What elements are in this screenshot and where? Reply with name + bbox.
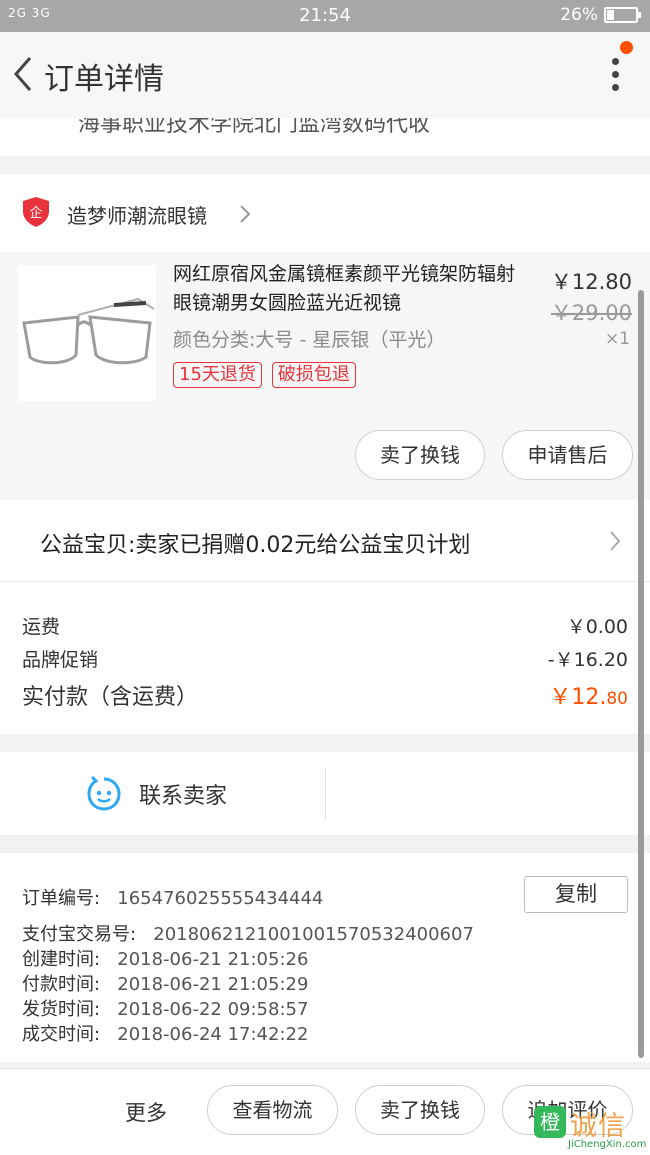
contact-seller-button[interactable]: 联系卖家: [139, 778, 227, 810]
status-right: 26%: [560, 5, 641, 25]
shipped-label: 发货时间:: [22, 999, 101, 1020]
view-logistics-button[interactable]: 查看物流: [207, 1085, 338, 1135]
total-value: ￥12.80: [549, 679, 628, 711]
closed-row: 成交时间: 2018-06-24 17:42:22: [22, 1020, 308, 1046]
paid-row: 付款时间: 2018-06-21 21:05:29: [22, 970, 308, 996]
service-tags: 15天退货 破损包退: [173, 362, 356, 388]
watermark-logo: 橙: [534, 1106, 566, 1138]
charity-text: 公益宝贝:卖家已捐赠0.02元给公益宝贝计划: [40, 533, 471, 558]
order-number-label: 订单编号:: [22, 888, 101, 909]
tag-damage-return: 破损包退: [271, 362, 356, 388]
fee-summary: 运费 ￥0.00 品牌促销 -￥16.20 实付款（含运费） ￥12.80: [0, 582, 650, 734]
chevron-right-icon: [240, 205, 251, 223]
shop-name[interactable]: 造梦师潮流眼镜: [67, 200, 207, 229]
battery-percent: 26%: [560, 5, 598, 25]
address-text: 海事职业技术学院北门监湾数码代收: [78, 118, 431, 137]
more-button[interactable]: 更多: [125, 1097, 167, 1127]
copy-button[interactable]: 复制: [524, 876, 628, 913]
total-row: 实付款（含运费） ￥12.80: [22, 679, 628, 711]
total-main: ￥12.: [549, 685, 607, 710]
item-quantity: ×1: [604, 329, 630, 349]
tag-return-15d: 15天退货: [173, 362, 262, 388]
clock: 21:54: [299, 5, 351, 26]
battery-fill: [607, 10, 615, 20]
item-original-price: ￥29.00: [550, 301, 632, 325]
after-sales-button[interactable]: 申请售后: [502, 430, 633, 480]
alipay-label: 支付宝交易号:: [22, 924, 137, 945]
divider: [325, 768, 326, 820]
created-label: 创建时间:: [22, 949, 101, 970]
order-number-row: 订单编号: 165476025555434444: [22, 884, 323, 910]
item-price: ￥12.80: [550, 270, 632, 294]
badge-label: 企: [29, 205, 42, 221]
more-menu-icon[interactable]: [610, 58, 620, 94]
total-label: 实付款（含运费）: [22, 685, 199, 710]
scrollbar[interactable]: [638, 290, 644, 1058]
order-item[interactable]: 网红原宿风金属镜框素颜平光镜架防辐射眼镜潮男女圆脸蓝光近视镜 颜色分类:大号 -…: [0, 252, 650, 500]
created-time: 2018-06-21 21:05:26: [117, 949, 309, 970]
shipping-value: ￥0.00: [566, 616, 628, 638]
back-arrow-icon[interactable]: [8, 52, 38, 96]
product-sku: 颜色分类:大号 - 星辰银（平光）: [173, 329, 446, 351]
watermark-url: JiChengXin.com: [568, 1139, 647, 1150]
shipping-row: 运费 ￥0.00: [22, 612, 628, 639]
watermark-text: 诚信: [570, 1111, 626, 1142]
promo-value: -￥16.20: [547, 649, 628, 671]
resell-bottom-button[interactable]: 卖了换钱: [355, 1085, 485, 1135]
watermark: 橙 诚信 JiChengXin.com: [532, 1102, 650, 1155]
glasses-image: [22, 297, 155, 365]
status-bar: 2G 3G 21:54 26%: [0, 0, 650, 32]
shipped-row: 发货时间: 2018-06-22 09:58:57: [22, 995, 308, 1021]
paid-time: 2018-06-21 21:05:29: [117, 974, 309, 995]
shipped-time: 2018-06-22 09:58:57: [117, 999, 309, 1020]
order-info: 订单编号: 165476025555434444 复制 支付宝交易号: 2018…: [0, 853, 650, 1062]
page-title: 订单详情: [44, 62, 164, 97]
shipping-label: 运费: [22, 616, 61, 638]
product-thumbnail[interactable]: [18, 265, 156, 401]
closed-time: 2018-06-24 17:42:22: [117, 1024, 309, 1045]
nav-bar: 订单详情: [0, 32, 650, 118]
enterprise-shield-icon: 企: [23, 197, 49, 227]
order-number: 165476025555434444: [117, 888, 324, 909]
alipay-row: 支付宝交易号: 2018062121001001570532400607: [22, 920, 474, 946]
chat-bubble-icon: [87, 776, 121, 811]
created-row: 创建时间: 2018-06-21 21:05:26: [22, 945, 308, 971]
contact-row: 联系卖家: [0, 752, 650, 835]
shop-header[interactable]: 企 造梦师潮流眼镜: [0, 174, 650, 252]
promo-label: 品牌促销: [22, 649, 99, 671]
alipay-number: 2018062121001001570532400607: [153, 924, 474, 945]
product-title[interactable]: 网红原宿风金属镜框素颜平光镜架防辐射眼镜潮男女圆脸蓝光近视镜: [173, 260, 528, 318]
resell-button[interactable]: 卖了换钱: [355, 430, 485, 480]
closed-label: 成交时间:: [22, 1024, 101, 1045]
total-cents: 80: [606, 689, 628, 709]
promo-row: 品牌促销 -￥16.20: [22, 645, 628, 672]
battery-icon: [604, 7, 641, 23]
charity-row[interactable]: 公益宝贝:卖家已捐赠0.02元给公益宝贝计划: [0, 500, 650, 582]
notification-dot: [620, 41, 633, 54]
address-section: 海事职业技术学院北门监湾数码代收: [0, 118, 650, 156]
paid-label: 付款时间:: [22, 974, 101, 995]
chevron-right-icon: [610, 531, 621, 551]
